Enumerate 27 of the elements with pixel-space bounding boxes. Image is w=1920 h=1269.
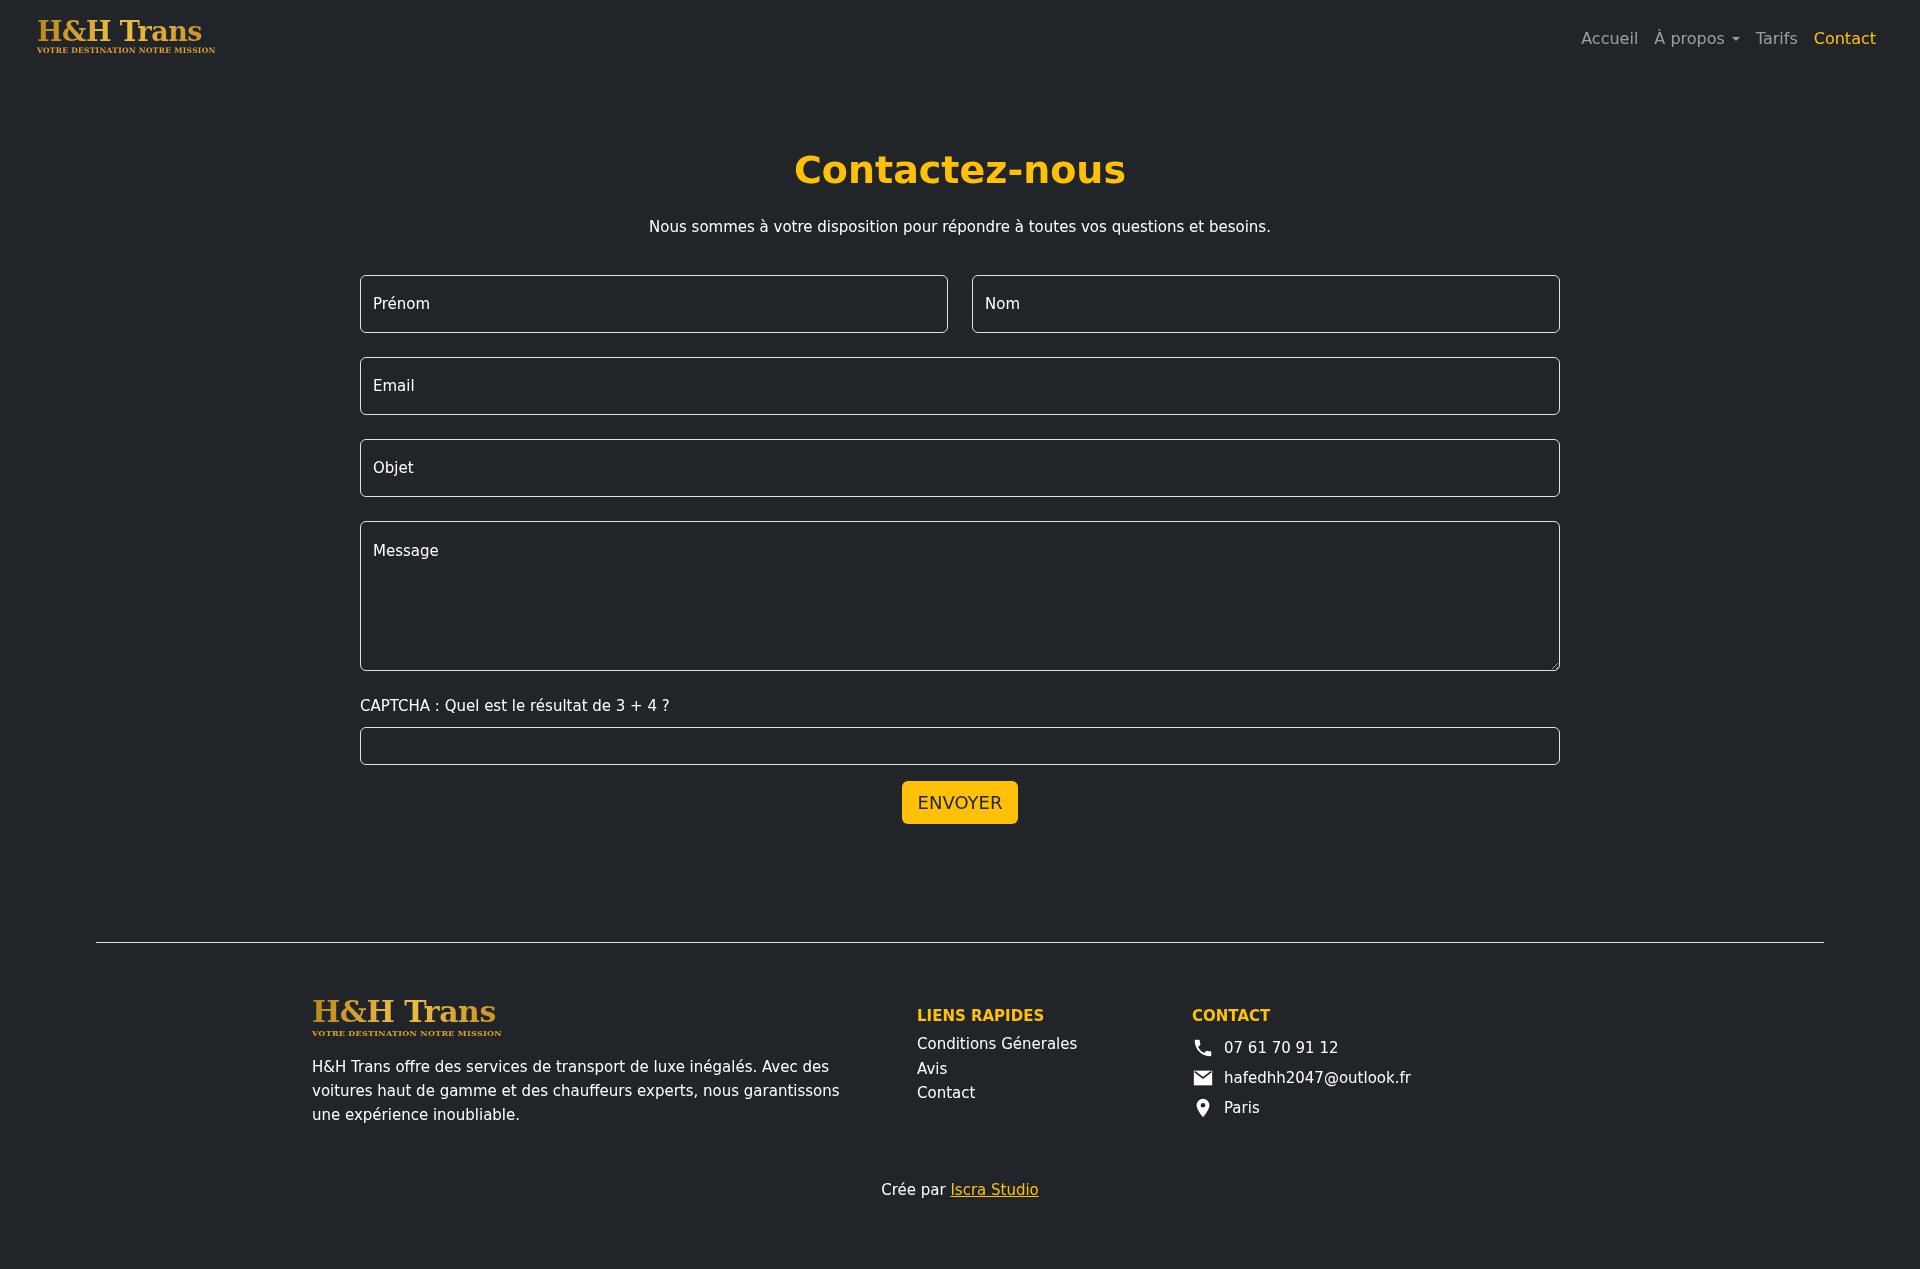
captcha-label: CAPTCHA : Quel est le résultat de 3 + 4 ? <box>360 696 671 718</box>
nav-link[interactable]: Accueil <box>1573 27 1647 52</box>
last-name-field[interactable]: Nom <box>972 275 1560 334</box>
captcha-field[interactable] <box>360 726 1560 765</box>
footer-link[interactable]: Conditions Génerales <box>917 1033 1192 1056</box>
intro-text: Nous sommes à votre disposition pour répondre à toutes vos questions et besoins. <box>649 216 1271 238</box>
send-button[interactable]: ENVOYER <box>901 780 1019 824</box>
nav-link[interactable]: Tarifs <box>1747 27 1806 52</box>
first-name-field[interactable]: Prénom <box>360 275 948 334</box>
contact-text: hafedhh2047@outlook.fr <box>1224 1068 1411 1090</box>
footer-description: H&H Trans offre des services de transport de luxe inégalés. Avec des voitures haut de gamme et des chauffeurs experts, nous garantissons une expérience inoubliable. <box>312 1056 841 1126</box>
message-field[interactable]: Message <box>360 521 1560 672</box>
caret-icon <box>1731 37 1740 42</box>
email-field[interactable]: Email <box>360 357 1560 416</box>
footer-heading: LIENS RAPIDES <box>917 1005 1046 1027</box>
credit-link[interactable]: Iscra Studio <box>950 1180 1039 1199</box>
footer-link[interactable]: Contact <box>917 1082 1192 1105</box>
tagline: VOTRE DESTINATION NOTRE MISSION <box>312 1026 502 1039</box>
contact-text: 07 61 70 91 12 <box>1224 1038 1339 1060</box>
subject-field[interactable]: Objet <box>360 439 1560 498</box>
credit-text: Crée par Iscra Studio <box>880 1179 1040 1201</box>
contact-text: Paris <box>1224 1098 1260 1120</box>
footer-heading: CONTACT <box>1192 1005 1272 1027</box>
page-heading: Contactez-nous <box>793 148 1126 194</box>
nav-link[interactable]: À propos <box>1646 27 1748 52</box>
nav-link[interactable]: Contact <box>1805 27 1884 52</box>
footer-link[interactable]: Avis <box>917 1057 1192 1081</box>
